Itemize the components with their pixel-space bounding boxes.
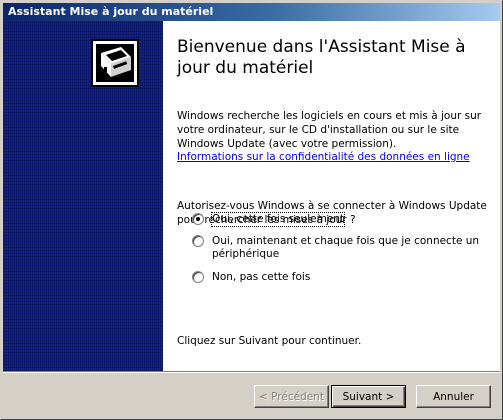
back-button[interactable]: < Précédent (254, 385, 329, 408)
back-button-label: < Précédent (259, 390, 324, 403)
page-title: Bienvenue dans l'Assistant Mise à jour d… (177, 37, 466, 78)
wizard-banner (3, 21, 163, 371)
radio-no[interactable] (192, 271, 204, 283)
option-yes-always-label: Oui, maintenant et chaque fois que je co… (212, 235, 480, 260)
option-no[interactable]: Non, pas cette fois (192, 271, 492, 284)
wizard-window: Assistant Mise à jour du matériel Bienve… (0, 0, 503, 420)
radio-yes-once[interactable] (192, 213, 204, 225)
cancel-button-label: Annuler (433, 390, 474, 403)
privacy-link[interactable]: Informations sur la confidentialité des … (177, 151, 497, 163)
hardware-install-icon (91, 39, 139, 87)
continue-instruction: Cliquez sur Suivant pour continuer. (177, 335, 362, 347)
option-yes-always[interactable]: Oui, maintenant et chaque fois que je co… (192, 235, 492, 261)
next-button[interactable]: Suivant > (331, 385, 406, 408)
separator (3, 371, 500, 373)
cancel-button[interactable]: Annuler (416, 385, 491, 408)
radio-yes-always[interactable] (192, 235, 204, 247)
title-bar[interactable]: Assistant Mise à jour du matériel (3, 3, 500, 21)
next-button-label: Suivant > (342, 390, 395, 403)
option-yes-once-label: Oui, cette fois seulement (210, 212, 346, 227)
wizard-content: Bienvenue dans l'Assistant Mise à jour d… (3, 21, 500, 371)
window-title: Assistant Mise à jour du matériel (8, 5, 214, 18)
description-text: Windows recherche les logiciels en cours… (177, 110, 482, 150)
option-yes-once[interactable]: Oui, cette fois seulement (192, 212, 492, 227)
option-no-label: Non, pas cette fois (212, 271, 311, 283)
